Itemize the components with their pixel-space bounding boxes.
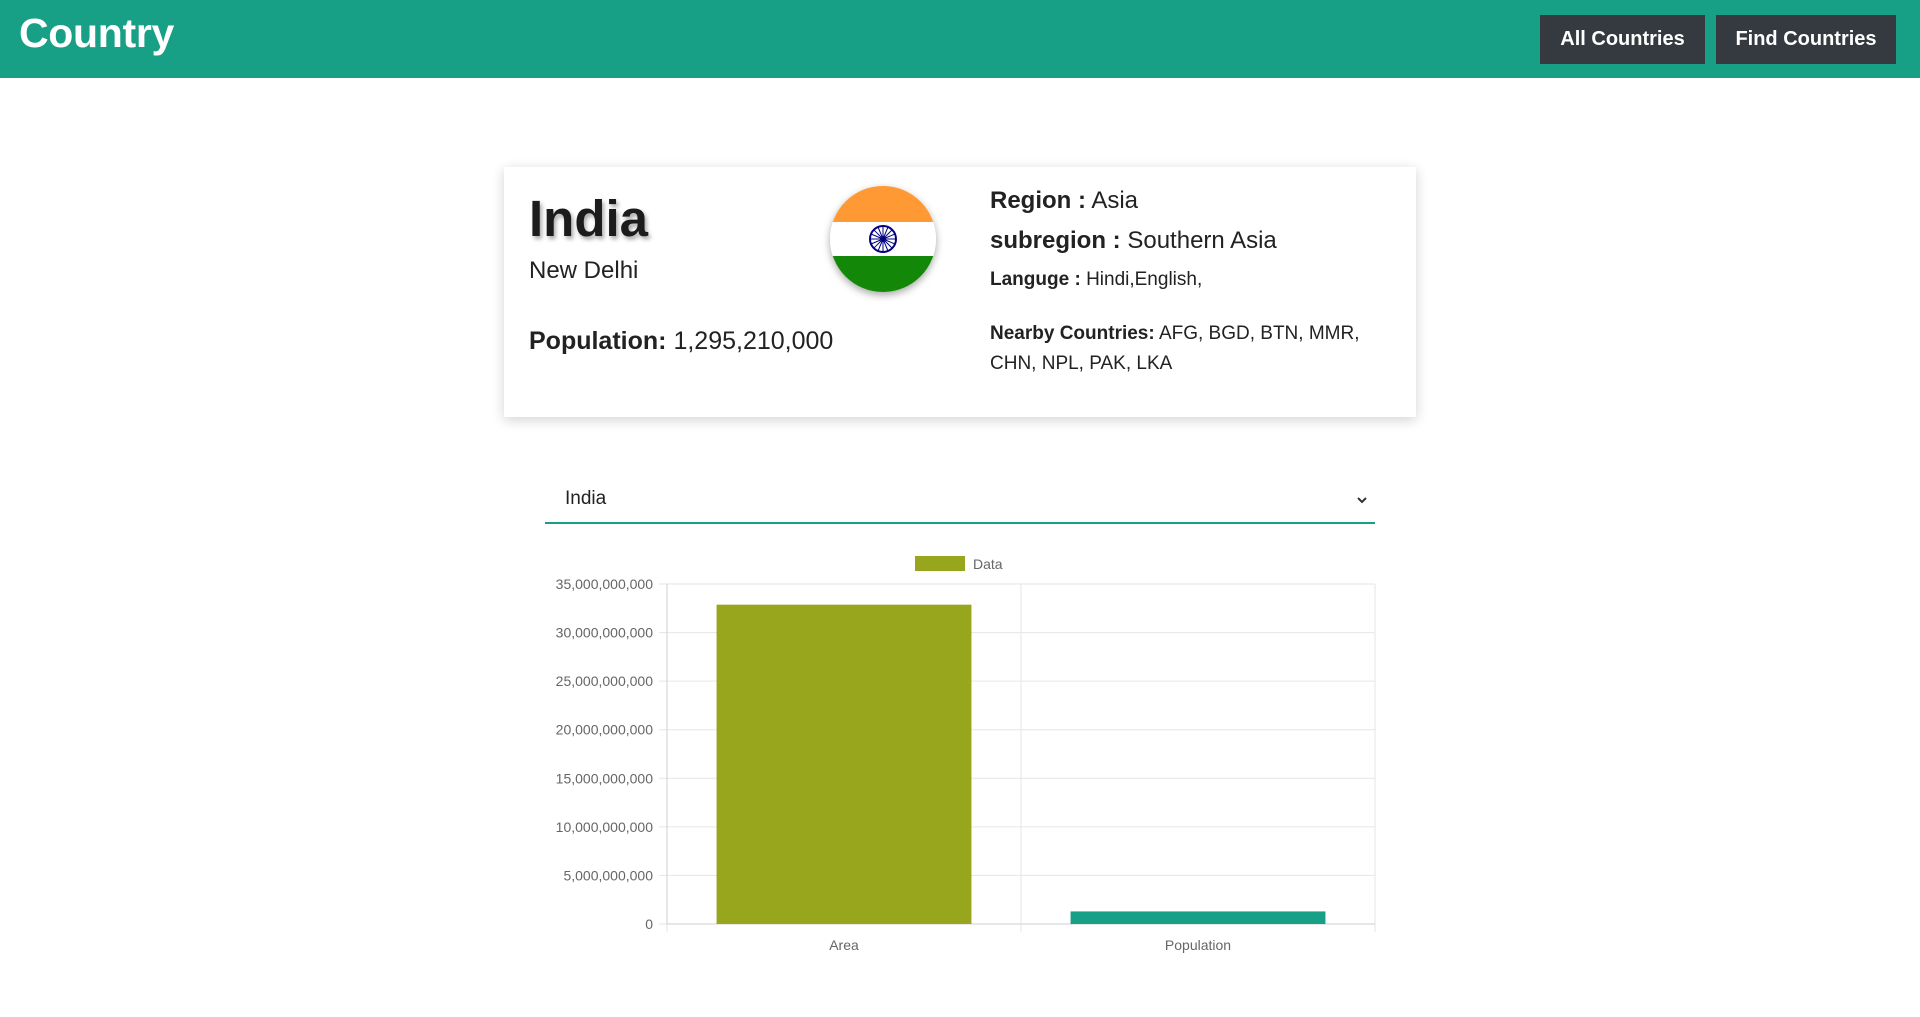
country-select[interactable]: India — [545, 478, 1375, 524]
legend-swatch — [915, 556, 965, 571]
country-name: India — [529, 190, 649, 247]
y-tick-label: 30,000,000,000 — [556, 625, 654, 641]
y-tick-label: 0 — [645, 916, 653, 932]
bar-population — [1070, 911, 1326, 924]
country-chart: 0 5,000,000,000 10,000,000,000 15,000,000,0… — [556, 556, 1376, 953]
y-tick-label: 20,000,000,000 — [556, 722, 654, 738]
x-tick-label: Population — [1165, 937, 1231, 953]
india-flag-icon — [830, 186, 936, 292]
subregion-value: Southern Asia — [1127, 227, 1277, 254]
legend-label: Data — [973, 556, 1003, 572]
y-tick-label: 15,000,000,000 — [556, 770, 654, 786]
y-tick-label: 35,000,000,000 — [556, 576, 654, 592]
region-value: Asia — [1091, 187, 1139, 214]
y-tick-label: 5,000,000,000 — [563, 867, 653, 883]
language-row: Languge : Hindi,English, — [990, 269, 1202, 291]
find-countries-button[interactable]: Find Countries — [1716, 15, 1896, 64]
country-card: India New Delhi Population: 1,295,210,00… — [504, 167, 1416, 417]
language-label: Languge : — [990, 269, 1081, 290]
subregion-row: subregion : Southern Asia — [990, 227, 1277, 255]
chevron-down-icon — [1357, 497, 1367, 504]
language-value: Hindi,English, — [1086, 269, 1203, 290]
country-select-value: India — [565, 488, 607, 509]
bar-area — [716, 604, 972, 924]
subregion-label: subregion : — [990, 227, 1121, 254]
brand-title[interactable]: Country — [19, 10, 174, 57]
population-row: Population: 1,295,210,000 — [529, 327, 833, 356]
region-label: Region : — [990, 187, 1086, 214]
ashoka-chakra-icon — [869, 225, 897, 253]
y-tick-label: 25,000,000,000 — [556, 673, 654, 689]
navbar: Country All Countries Find Countries — [0, 0, 1920, 78]
x-tick-label: Area — [829, 937, 859, 953]
nearby-countries-row: Nearby Countries: AFG, BGD, BTN, MMR, CH… — [990, 319, 1390, 379]
population-value: 1,295,210,000 — [673, 327, 834, 355]
nearby-label: Nearby Countries: — [990, 323, 1155, 344]
all-countries-button[interactable]: All Countries — [1540, 15, 1705, 64]
y-tick-label: 10,000,000,000 — [556, 819, 654, 835]
population-label: Population: — [529, 327, 667, 355]
country-capital: New Delhi — [529, 257, 639, 284]
region-row: Region : Asia — [990, 187, 1138, 215]
